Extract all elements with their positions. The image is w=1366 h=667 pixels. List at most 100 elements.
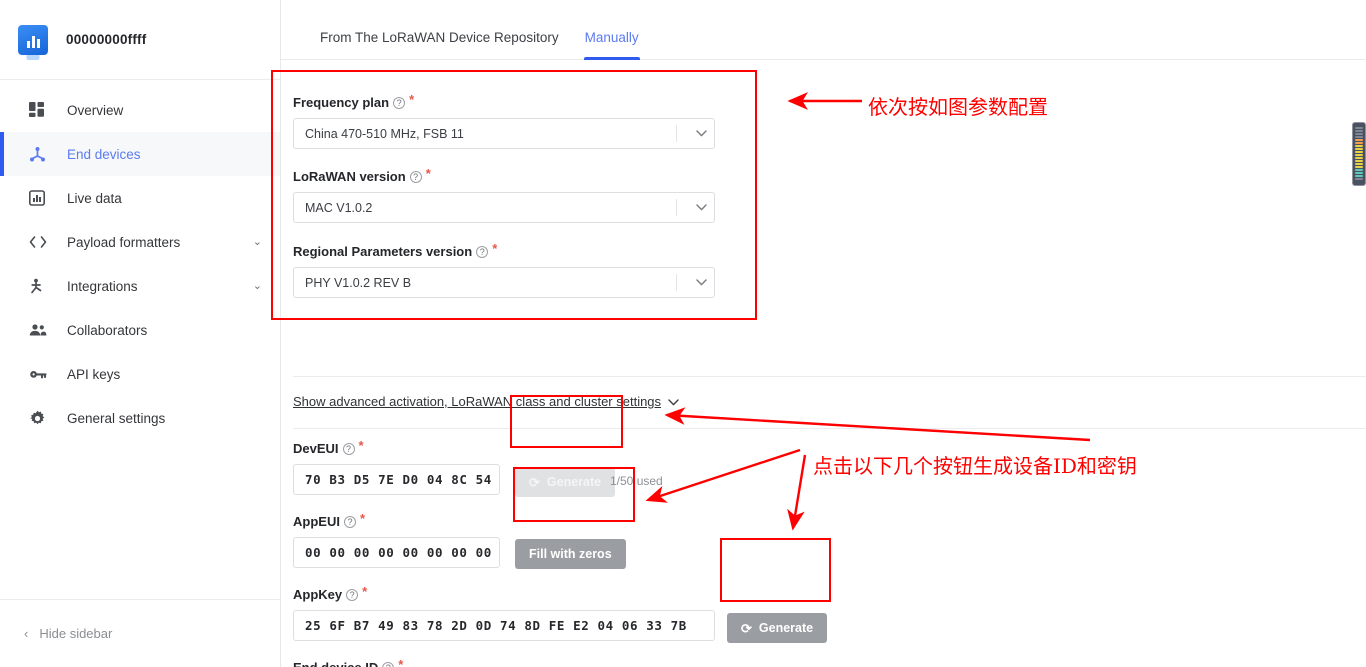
bar-chart-icon — [29, 188, 51, 208]
sidebar-item-integrations[interactable]: Integrations ⌄ — [0, 264, 280, 308]
chevron-down-icon[interactable] — [688, 279, 714, 286]
minimap-stripe — [1355, 154, 1363, 156]
sidebar: 00000000ffff Overview — [0, 0, 281, 667]
required-mark: * — [398, 660, 403, 667]
field-frequency-plan: Frequency plan ? * China 470-510 MHz, FS… — [293, 95, 715, 149]
sidebar-item-overview[interactable]: Overview — [0, 88, 280, 132]
dev-eui-value: 70 B3 D5 7E D0 04 8C 54 — [305, 472, 492, 487]
required-mark: * — [360, 514, 365, 523]
show-advanced-settings-link[interactable]: Show advanced activation, LoRaWAN class … — [293, 394, 679, 409]
required-mark: * — [492, 244, 497, 253]
sidebar-item-general-settings[interactable]: General settings — [0, 396, 280, 440]
label-text: Frequency plan — [293, 95, 389, 110]
minimap-stripe — [1355, 175, 1363, 177]
question-circle-icon[interactable]: ? — [344, 516, 356, 528]
scrollbar-thumb-minimap[interactable] — [1352, 122, 1366, 186]
tab-bar: From The LoRaWAN Device Repository Manua… — [281, 0, 1366, 60]
field-label: AppKey ? * — [293, 587, 715, 602]
hide-sidebar-button[interactable]: ‹ Hide sidebar — [0, 599, 280, 667]
sidebar-item-label: End devices — [67, 147, 262, 162]
chevron-down-icon: ⌄ — [253, 281, 262, 292]
required-mark: * — [362, 587, 367, 596]
field-app-eui: AppEUI ? * 00 00 00 00 00 00 00 00 — [293, 514, 500, 568]
label-text: LoRaWAN version — [293, 169, 406, 184]
sidebar-item-label: General settings — [67, 411, 262, 426]
label-text: End device ID — [293, 660, 378, 667]
lorawan-version-select[interactable]: MAC V1.0.2 — [293, 192, 715, 223]
select-divider — [676, 274, 677, 291]
minimap-stripe — [1355, 157, 1363, 159]
dev-eui-generate-button[interactable]: ⟳ Generate — [515, 467, 615, 497]
tab-manually[interactable]: Manually — [572, 30, 652, 59]
sidebar-item-label: Integrations — [67, 279, 253, 294]
regional-parameters-version-select[interactable]: PHY V1.0.2 REV B — [293, 267, 715, 298]
app-key-generate-button[interactable]: ⟳ Generate — [727, 613, 827, 643]
frequency-plan-select[interactable]: China 470-510 MHz, FSB 11 — [293, 118, 715, 149]
sidebar-nav: Overview End devices — [0, 80, 280, 440]
gear-icon — [29, 408, 51, 428]
sidebar-item-payload-formatters[interactable]: Payload formatters ⌄ — [0, 220, 280, 264]
minimap-stripe — [1355, 160, 1363, 162]
minimap-stripe — [1355, 139, 1363, 141]
hide-sidebar-label: Hide sidebar — [39, 626, 112, 641]
sidebar-item-label: Payload formatters — [67, 235, 253, 250]
tab-from-lorawan-device-repository[interactable]: From The LoRaWAN Device Repository — [307, 30, 572, 59]
required-mark: * — [359, 441, 364, 450]
minimap-stripe — [1355, 142, 1363, 144]
integration-icon — [29, 276, 51, 296]
sidebar-item-label: Overview — [67, 103, 262, 118]
app-eui-fill-with-zeros-button[interactable]: Fill with zeros — [515, 539, 626, 569]
app-eui-input[interactable]: 00 00 00 00 00 00 00 00 — [293, 537, 500, 568]
sidebar-item-label: Live data — [67, 191, 262, 206]
field-regional-parameters-version: Regional Parameters version ? * PHY V1.0… — [293, 244, 715, 298]
chevron-down-icon[interactable] — [688, 204, 714, 211]
code-icon — [29, 232, 51, 252]
question-circle-icon[interactable]: ? — [382, 662, 394, 667]
minimap-stripe — [1355, 166, 1363, 168]
minimap-stripe — [1355, 148, 1363, 150]
minimap-stripe — [1355, 133, 1363, 135]
chevron-down-icon[interactable] — [688, 130, 714, 137]
field-label: LoRaWAN version ? * — [293, 169, 715, 184]
link-label: Show advanced activation, LoRaWAN class … — [293, 394, 661, 409]
select-value: PHY V1.0.2 REV B — [305, 276, 676, 290]
divider-top — [293, 376, 1366, 377]
sidebar-item-label: API keys — [67, 367, 262, 382]
minimap-stripe — [1355, 127, 1363, 129]
question-circle-icon[interactable]: ? — [476, 246, 488, 258]
select-divider — [676, 125, 677, 142]
app-eui-value: 00 00 00 00 00 00 00 00 — [305, 545, 492, 560]
field-label: Regional Parameters version ? * — [293, 244, 715, 259]
button-label: Generate — [547, 475, 601, 489]
dev-eui-input[interactable]: 70 B3 D5 7E D0 04 8C 54 — [293, 464, 500, 495]
sidebar-item-live-data[interactable]: Live data — [0, 176, 280, 220]
question-circle-icon[interactable]: ? — [346, 589, 358, 601]
question-circle-icon[interactable]: ? — [343, 443, 355, 455]
dev-eui-used-count: 1/50 used — [610, 474, 663, 488]
question-circle-icon[interactable]: ? — [410, 171, 422, 183]
required-mark: * — [409, 95, 414, 104]
sidebar-item-collaborators[interactable]: Collaborators — [0, 308, 280, 352]
tab-label: From The LoRaWAN Device Repository — [320, 30, 559, 45]
field-label: Frequency plan ? * — [293, 95, 715, 110]
minimap-stripe — [1355, 163, 1363, 165]
minimap-stripe — [1355, 145, 1363, 147]
sidebar-item-api-keys[interactable]: API keys — [0, 352, 280, 396]
minimap-stripe — [1355, 136, 1363, 138]
field-end-device-id: End device ID ? * eui-70b3d57ed0048c54 T… — [293, 660, 715, 667]
tab-label: Manually — [585, 30, 639, 45]
required-mark: * — [426, 169, 431, 178]
app-key-value: 25 6F B7 49 83 78 2D 0D 74 8D FE E2 04 0… — [305, 618, 687, 633]
minimap-stripe — [1355, 178, 1363, 180]
sidebar-item-end-devices[interactable]: End devices — [0, 132, 280, 176]
app-root: 00000000ffff Overview — [0, 0, 1366, 667]
divider-bottom — [293, 428, 1366, 429]
minimap-stripe — [1355, 169, 1363, 171]
select-value: MAC V1.0.2 — [305, 201, 676, 215]
field-lorawan-version: LoRaWAN version ? * MAC V1.0.2 — [293, 169, 715, 223]
grid-icon — [29, 100, 51, 120]
sidebar-header: 00000000ffff — [0, 0, 280, 80]
app-key-input[interactable]: 25 6F B7 49 83 78 2D 0D 74 8D FE E2 04 0… — [293, 610, 715, 641]
question-circle-icon[interactable]: ? — [393, 97, 405, 109]
main-content: From The LoRaWAN Device Repository Manua… — [281, 0, 1366, 667]
